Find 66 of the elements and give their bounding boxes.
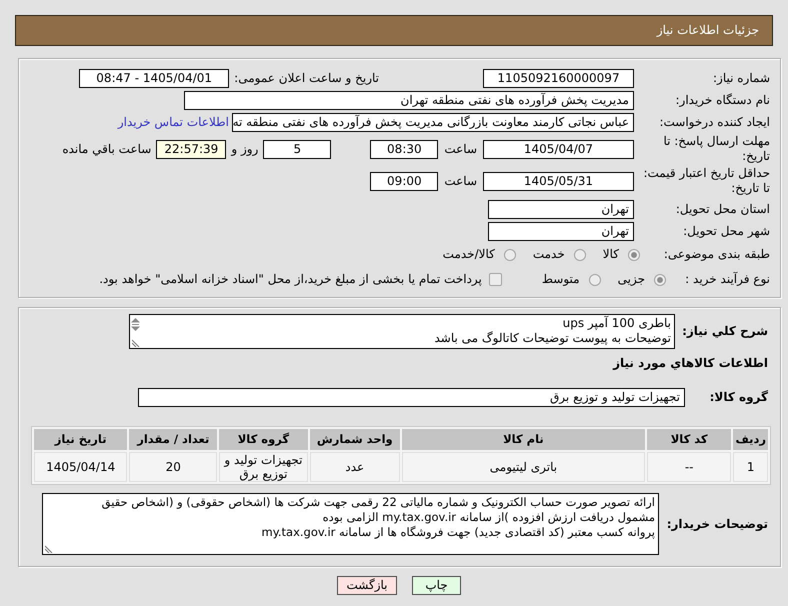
field-label: ساعت باقي مانده — [62, 142, 152, 156]
field-label: ساعت — [444, 142, 477, 156]
radio-button[interactable] — [588, 274, 601, 286]
field-label: شماره نیاز: — [712, 70, 770, 86]
field-label: نوع فرآیند خرید : — [684, 272, 770, 287]
table-cell: 1 — [733, 452, 768, 482]
option-label: کالا — [602, 247, 619, 262]
description-label: شرح کلي نیاز: — [681, 324, 769, 339]
radio-button[interactable] — [628, 248, 640, 260]
column-header: گروه کالا — [219, 429, 308, 450]
goods-group-field[interactable]: تجهیزات تولید و توزیع برق — [138, 388, 685, 406]
field-label: شهر محل تحویل: — [682, 224, 770, 238]
option-label: کالا/خدمت — [442, 247, 495, 262]
section-title: اطلاعات کالاهاي مورد نیاز — [612, 356, 769, 371]
field-label: حداقل تاریخ اعتبار قیمت: تا تاریخ: — [642, 166, 770, 196]
requester-field[interactable]: عباس نجاتی کارمند معاونت بازرگانی مدیریت پخش فرآورده های نفتی منطقه ته — [232, 112, 634, 132]
field-label: روز و — [231, 142, 258, 156]
delivery-city-field[interactable]: تهران — [488, 222, 634, 240]
price-validity-time-field[interactable]: 09:00 — [370, 172, 438, 190]
field-label: پرداخت تمام یا بخشی از مبلغ خرید،از محل "اسناد خزانه اسلامی" خواهد بود. — [99, 272, 482, 287]
field-label: نام دستگاه خریدار: — [674, 92, 770, 108]
radio-button[interactable] — [574, 248, 586, 260]
radio-button[interactable] — [654, 274, 666, 286]
column-header: ردیف — [733, 429, 768, 450]
scroll-arrows-icon — [131, 318, 140, 331]
field-label: تاریخ و ساعت اعلان عمومی: — [234, 70, 379, 86]
buyer-notes-label: توضیحات خریدار: — [666, 516, 769, 532]
page-title: جزئیات اطلاعات نیاز — [656, 23, 759, 38]
table-cell: تجهیزات تولید و توزیع برق — [219, 452, 308, 482]
checkbox[interactable] — [488, 273, 502, 286]
resize-grip-icon — [132, 339, 140, 347]
column-header: کد کالا — [646, 429, 732, 450]
table-cell: -- — [646, 452, 732, 482]
goods-group-label: گروه کالا: — [708, 390, 769, 404]
table-cell: عدد — [310, 452, 400, 482]
announcement-date-field[interactable]: 1405/04/01 - 08:47 — [79, 68, 230, 88]
table-cell: 20 — [129, 452, 218, 482]
price-validity-date-field[interactable]: 1405/05/31 — [483, 172, 634, 190]
delivery-province-field[interactable]: تهران — [488, 200, 634, 218]
resize-grip-icon — [44, 545, 52, 553]
deadline-date-field[interactable]: 1405/04/07 — [483, 140, 634, 158]
buyer-notes-field[interactable]: ارائه تصویر صورت حساب الکترونیک و شماره مالیاتی 22 رقمی جهت شرکت ها (اشخاص حقوقی) و (اشخاص حقیق مشمول دریافت ارزش افزوده )از سامانه my.tax.gov.ir الزامی بوده پروانه کسب معتبر (کد اقتصادی جدید) جهت فروشگاه ها از سامانه my.tax.gov.ir — [42, 493, 659, 555]
print-button[interactable]: چاپ — [412, 576, 461, 595]
option-label: خدمت — [532, 247, 565, 262]
need-number-field[interactable]: 1105092160000097 — [483, 68, 634, 88]
table-cell: باتری لیتیومی — [402, 452, 645, 482]
column-header: تعداد / مقدار — [129, 429, 218, 450]
field-label: ایجاد کننده درخواست: — [658, 114, 770, 130]
contact-info-link[interactable]: اطلاعات تماس خریدار — [118, 114, 229, 130]
buyer-organization-field[interactable]: مدیریت پخش فرآورده های نفتی منطقه تهران — [184, 90, 634, 110]
deadline-time-field[interactable]: 08:30 — [370, 140, 438, 158]
column-header: واحد شمارش — [310, 429, 400, 450]
option-label: متوسط — [542, 272, 580, 287]
field-label: ساعت — [444, 174, 477, 188]
description-field[interactable]: باطری 100 آمپر ups توضیحات به پیوست توضیحات کاتالوگ می باشد — [129, 314, 675, 349]
column-header: نام کالا — [402, 429, 645, 450]
radio-button[interactable] — [504, 248, 516, 260]
remaining-time-field[interactable]: 22:57:39 — [156, 140, 226, 158]
option-label: جزیی — [618, 272, 645, 287]
field-label: مهلت ارسال پاسخ: تا تاریخ: — [662, 134, 770, 164]
back-button[interactable]: بازگشت — [337, 576, 397, 595]
column-header: تاریخ نیاز — [34, 429, 128, 450]
field-label: استان محل تحویل: — [674, 202, 770, 216]
table-cell: 1405/04/14 — [34, 452, 128, 482]
field-label: طبقه بندی موضوعی: — [662, 247, 770, 262]
remaining-days-field[interactable]: 5 — [263, 140, 332, 158]
